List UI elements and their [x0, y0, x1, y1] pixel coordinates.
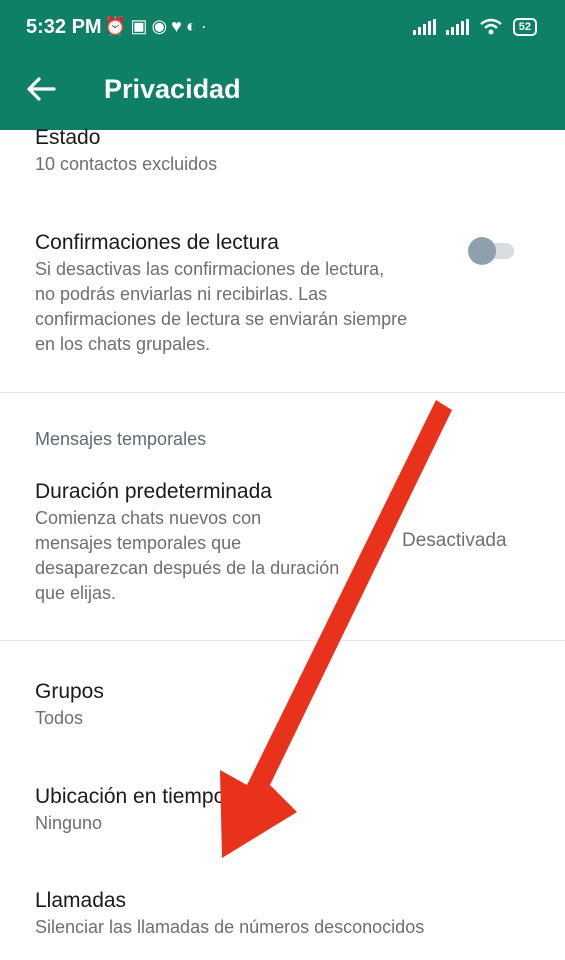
- page-title: Privacidad: [104, 74, 241, 104]
- item-subtitle-line: confirmaciones de lectura se enviarán si…: [35, 309, 408, 329]
- item-subtitle: Todos: [35, 708, 84, 728]
- signal-icon: [412, 19, 436, 35]
- item-subtitle-line: desaparezcan después de la duración: [35, 558, 340, 578]
- item-subtitle-line: en los chats grupales.: [35, 334, 211, 354]
- item-subtitle-line: mensajes temporales que: [35, 533, 242, 553]
- item-label: Llamadas: [35, 889, 127, 912]
- item-subtitle-line: Comienza chats nuevos con: [35, 508, 262, 528]
- app-bar: 5:32 PM ⏰▣◉♥◐· 52 Privacidad: [0, 0, 565, 130]
- section-header-temporary: Mensajes temporales: [35, 429, 207, 449]
- item-subtitle-line: Si desactivas las confirmaciones de lect…: [35, 259, 385, 279]
- item-label: Confirmaciones de lectura: [35, 231, 279, 254]
- privacy-item-live-location[interactable]: Ubicación en tiempo real Ninguno: [35, 783, 266, 836]
- item-subtitle-line: que elijas.: [35, 583, 117, 603]
- read-receipts-toggle[interactable]: [468, 237, 516, 265]
- item-label: Ubicación en tiempo real: [35, 785, 267, 808]
- item-label: Duración predeterminada: [35, 480, 272, 503]
- toggle-knob: [468, 237, 496, 265]
- app-icon: ◐: [185, 16, 201, 36]
- item-subtitle: Silenciar las llamadas de números descon…: [35, 917, 425, 937]
- battery-icon: 52: [512, 18, 537, 36]
- status-icons-right: 52: [412, 18, 537, 36]
- item-subtitle: Ninguno: [35, 813, 103, 833]
- nfc-icon: ▣: [130, 16, 152, 36]
- signal-icon: [445, 19, 469, 35]
- back-arrow-icon[interactable]: [24, 72, 58, 106]
- privacy-item-estado[interactable]: Estado 10 contactos excluidos: [35, 124, 217, 177]
- duration-value: Desactivada: [402, 530, 507, 551]
- item-subtitle: 10 contactos excluidos: [35, 154, 218, 174]
- wifi-icon: [479, 18, 502, 35]
- privacy-item-calls[interactable]: Llamadas Silenciar las llamadas de númer…: [35, 887, 424, 940]
- alarm-icon: ⏰: [104, 16, 131, 36]
- heart-icon: ♥: [171, 16, 186, 36]
- messenger-icon: ◉: [151, 16, 172, 36]
- dot-icon: ·: [200, 16, 211, 36]
- item-label: Grupos: [35, 680, 104, 703]
- divider: [0, 640, 565, 641]
- status-time: 5:32 PM: [26, 16, 102, 38]
- divider: [0, 392, 565, 393]
- privacy-item-default-duration[interactable]: Duración predeterminada Comienza chats n…: [35, 478, 395, 606]
- item-subtitle-line: no podrás enviarlas ni recibirlas. Las: [35, 284, 328, 304]
- notification-icons: ⏰▣◉♥◐·: [104, 16, 211, 37]
- privacy-item-read-receipts[interactable]: Confirmaciones de lectura Si desactivas …: [35, 229, 465, 357]
- privacy-item-groups[interactable]: Grupos Todos: [35, 678, 104, 731]
- status-bar: 5:32 PM ⏰▣◉♥◐· 52: [0, 0, 565, 56]
- item-label: Estado: [35, 126, 101, 149]
